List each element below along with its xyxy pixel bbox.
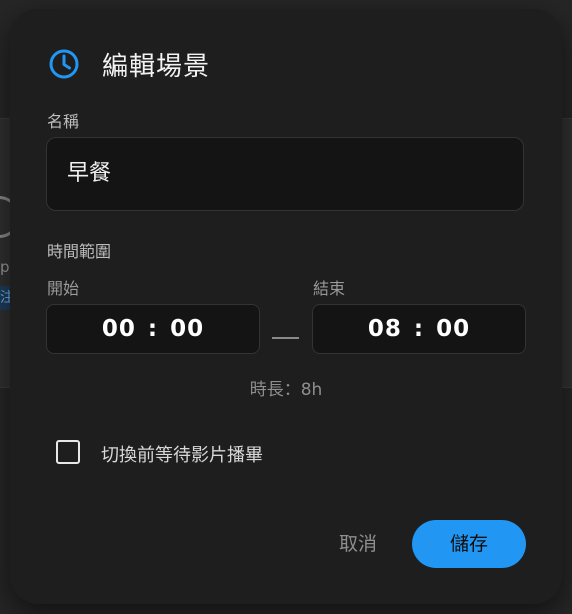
clock-icon (48, 48, 80, 80)
name-label: 名稱 (47, 112, 80, 131)
end-time-picker[interactable]: 08 : 00 (312, 304, 526, 354)
start-minutes[interactable]: 00 (170, 316, 204, 342)
edit-scene-dialog: 編輯場景 名稱 早餐 時間範圍 開始 結束 00 : 00 08 : 00 時長… (10, 9, 562, 604)
end-time-separator: : (413, 316, 425, 342)
start-time-picker[interactable]: 00 : 00 (46, 304, 260, 354)
end-minutes[interactable]: 00 (436, 316, 470, 342)
background-text: p (0, 258, 10, 276)
start-hours[interactable]: 00 (102, 316, 136, 342)
scene-name-input[interactable]: 早餐 (46, 137, 524, 211)
save-button[interactable]: 儲存 (412, 520, 526, 568)
end-label: 結束 (313, 279, 346, 298)
start-label: 開始 (47, 279, 80, 298)
wait-video-label[interactable]: 切換前等待影片播畢 (101, 441, 263, 467)
end-hours[interactable]: 08 (368, 316, 402, 342)
dialog-title: 編輯場景 (102, 51, 211, 82)
cancel-button[interactable]: 取消 (328, 521, 388, 567)
start-time-separator: : (147, 316, 159, 342)
dialog-header: 編輯場景 (48, 47, 211, 82)
wait-video-checkbox[interactable] (56, 440, 80, 464)
range-dash-divider (272, 337, 299, 339)
duration-text: 時長：8h (249, 380, 323, 400)
time-range-label: 時間範圍 (47, 242, 112, 261)
